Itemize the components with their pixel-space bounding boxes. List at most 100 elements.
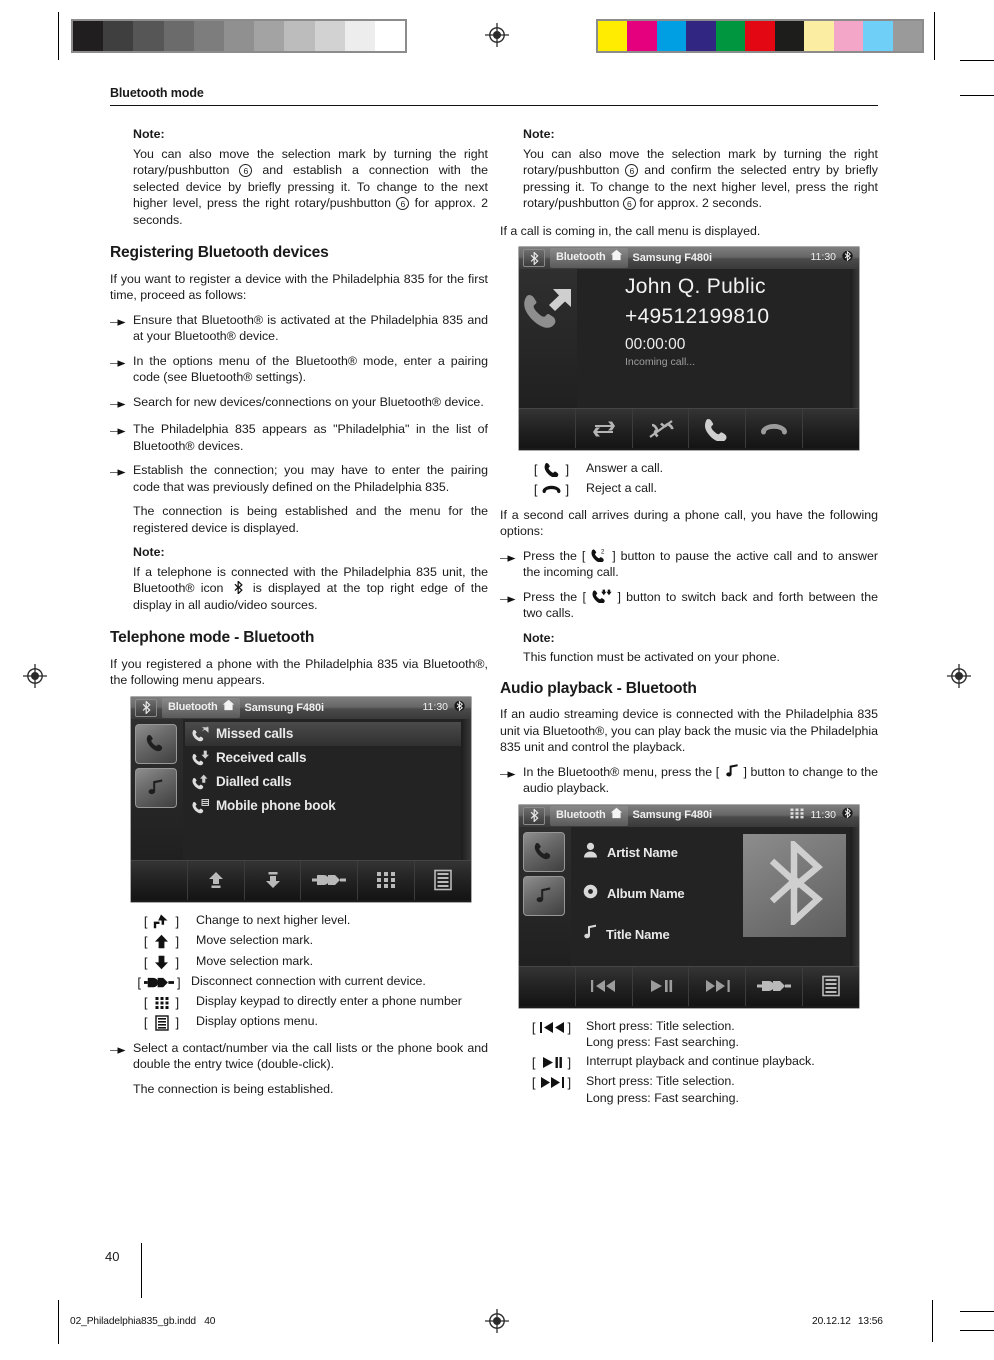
toolbar-keypad-button[interactable] — [358, 860, 416, 900]
home-icon — [610, 807, 623, 824]
key-description: Disconnect connection with current devic… — [191, 973, 426, 988]
registration-mark-left-icon — [22, 663, 48, 689]
bluetooth-icon — [454, 700, 465, 717]
screenshot-statusbar: Bluetooth Samsung F480i 11:30 — [519, 247, 859, 269]
call-details: John Q. Public +49512199810 00:00:00 Inc… — [577, 269, 850, 408]
toolbar-answer-call-button[interactable] — [689, 409, 747, 448]
list-item-pre: In the Bluetooth® menu, press the [ — [523, 764, 723, 779]
screenshot-statusbar: Bluetooth Samsung F480i 11:30 — [519, 804, 859, 827]
toolbar-empty-slot — [519, 966, 576, 1006]
audio-meta-list: Artist Name Album Name Title Name — [577, 832, 743, 966]
statusbar-right: 11:30 — [811, 250, 856, 267]
incoming-call-screenshot: Bluetooth Samsung F480i 11:30 John Q. Pu… — [519, 247, 859, 450]
note-text: If a telephone is connected with the Phi… — [133, 564, 488, 614]
list-item: The Philadelphia 835 appears as "Philade… — [110, 421, 488, 454]
key-description: Short press: Title selection. Long press… — [580, 1073, 878, 1106]
rail-music-note-icon[interactable] — [135, 767, 177, 808]
arrow-down-icon — [151, 955, 173, 970]
swap-two-calls-icon — [591, 589, 612, 603]
list-item-mobile-phone-book[interactable]: Mobile phone book — [185, 794, 471, 818]
audio-intro-text: If an audio streaming device is connecte… — [500, 707, 878, 755]
key-bracket: [ ] — [531, 1075, 572, 1091]
list-item-label: Dialled calls — [216, 773, 292, 789]
footer-date: 20.12.12 — [812, 1316, 851, 1327]
scrollbar[interactable] — [461, 718, 471, 860]
color-swatch-4 — [715, 21, 746, 51]
screenshot-device-name: Samsung F480i — [244, 701, 325, 714]
list-item-label: Missed calls — [216, 725, 294, 741]
list-item-dialled-calls[interactable]: Dialled calls — [185, 770, 471, 794]
rail-phone-icon[interactable] — [135, 723, 177, 764]
screenshot-mode-label: Bluetooth — [556, 808, 606, 821]
rail-phone-icon[interactable] — [523, 831, 565, 872]
color-swatch-3 — [686, 21, 716, 51]
crop-mark-bottom-right-a — [960, 1311, 994, 1313]
key-row-disconnect: [ ] Disconnect connection with current d… — [133, 973, 488, 991]
color-swatch-0 — [598, 21, 628, 51]
audio-meta-artist: Artist Name — [577, 832, 743, 873]
toolbar-options-menu-button[interactable] — [803, 967, 859, 1006]
received-call-icon — [191, 750, 210, 766]
screenshot-mode-chip: Bluetooth — [550, 248, 628, 268]
toolbar-reject-call-button[interactable] — [746, 409, 804, 448]
screenshot-clock: 11:30 — [810, 808, 837, 821]
rail-music-note-icon[interactable] — [523, 875, 565, 916]
toolbar-merge-calls-button[interactable] — [633, 409, 690, 448]
header-divider — [110, 105, 878, 106]
list-item: Press the [ ] button to switch back and … — [500, 589, 878, 622]
toolbar-disconnect-button[interactable] — [746, 966, 804, 1006]
artist-icon — [583, 842, 598, 862]
key-bracket: [ ] — [137, 974, 181, 990]
grayscale-swatch-8 — [314, 21, 345, 51]
bluetooth-icon — [842, 250, 853, 267]
toolbar-disconnect-button[interactable] — [301, 860, 359, 900]
toolbar-down-button[interactable] — [245, 860, 302, 900]
toolbar-options-menu-button[interactable] — [415, 861, 471, 900]
manual-page: Bluetooth mode Note: You can also move t… — [0, 0, 994, 1360]
grayscale-swatch-5 — [223, 21, 255, 51]
key-row-next-track: [ ] Short press: Title selection. Long p… — [523, 1073, 878, 1106]
toolbar-swap-calls-button[interactable] — [576, 409, 633, 448]
key-row-previous-track: [ ] Short press: Title selection. Long p… — [523, 1018, 878, 1051]
screenshot-mode-chip: Bluetooth — [162, 698, 240, 718]
key-row-options-menu: [ ] Display options menu. — [133, 1013, 488, 1031]
note-text-c: for approx. 2 seconds. — [635, 196, 762, 210]
pointing-hand-icon — [500, 764, 523, 784]
toolbar-empty-slot — [519, 409, 576, 448]
list-item-label: Establish the connection; you may have t… — [133, 463, 488, 494]
list-item: Search for new devices/connections on yo… — [110, 394, 488, 414]
toolbar-empty-slot — [131, 860, 188, 900]
screenshot-body: Artist Name Album Name Title Name — [519, 826, 859, 966]
footer-file-page: 40 — [204, 1316, 216, 1327]
list-item-received-calls[interactable]: Received calls — [185, 746, 471, 770]
screenshot-call-icon-rail — [519, 269, 577, 408]
note-label: Note: — [523, 127, 555, 141]
screenshot-statusbar: Bluetooth Samsung F480i 11:30 — [131, 696, 471, 719]
call-key-legend: [ ] Answer a call. [ ] Reject a call. — [523, 460, 878, 499]
toolbar-previous-track-button[interactable] — [576, 966, 633, 1006]
telephone-intro-text: If you registered a phone with the Phila… — [110, 656, 488, 688]
audio-meta-label: Album Name — [607, 885, 685, 901]
audio-meta-title: Title Name — [577, 914, 743, 955]
toolbar-next-track-button[interactable] — [689, 966, 747, 1006]
pointing-hand-icon — [110, 312, 133, 332]
pointing-hand-icon — [110, 394, 133, 414]
home-icon — [222, 699, 235, 716]
left-column: Note: You can also move the selection ma… — [110, 126, 488, 1097]
key-row-arrow-up: [ ] Move selection mark. — [133, 932, 488, 950]
list-item-label: Select a contact/number via the call lis… — [133, 1040, 488, 1072]
screenshot-device-name: Samsung F480i — [632, 251, 713, 264]
caller-number: +49512199810 — [625, 304, 770, 328]
note-label: Note: — [133, 545, 165, 560]
list-item-missed-calls[interactable]: Missed calls — [185, 721, 471, 746]
toolbar-up-level-button[interactable] — [188, 860, 245, 900]
list-item-label: Search for new devices/connections on yo… — [133, 394, 484, 409]
connection-established-text-2: The connection is being established. — [133, 1081, 334, 1096]
toolbar-play-pause-button[interactable] — [633, 966, 690, 1006]
color-swatch-7 — [804, 21, 834, 51]
answer-call-icon — [541, 462, 563, 478]
color-swatch-2 — [656, 21, 687, 51]
call-waiting-icon: 2 — [590, 548, 607, 562]
bluetooth-tile-icon — [523, 249, 545, 267]
list-item-pre: Press the [ — [523, 548, 591, 563]
